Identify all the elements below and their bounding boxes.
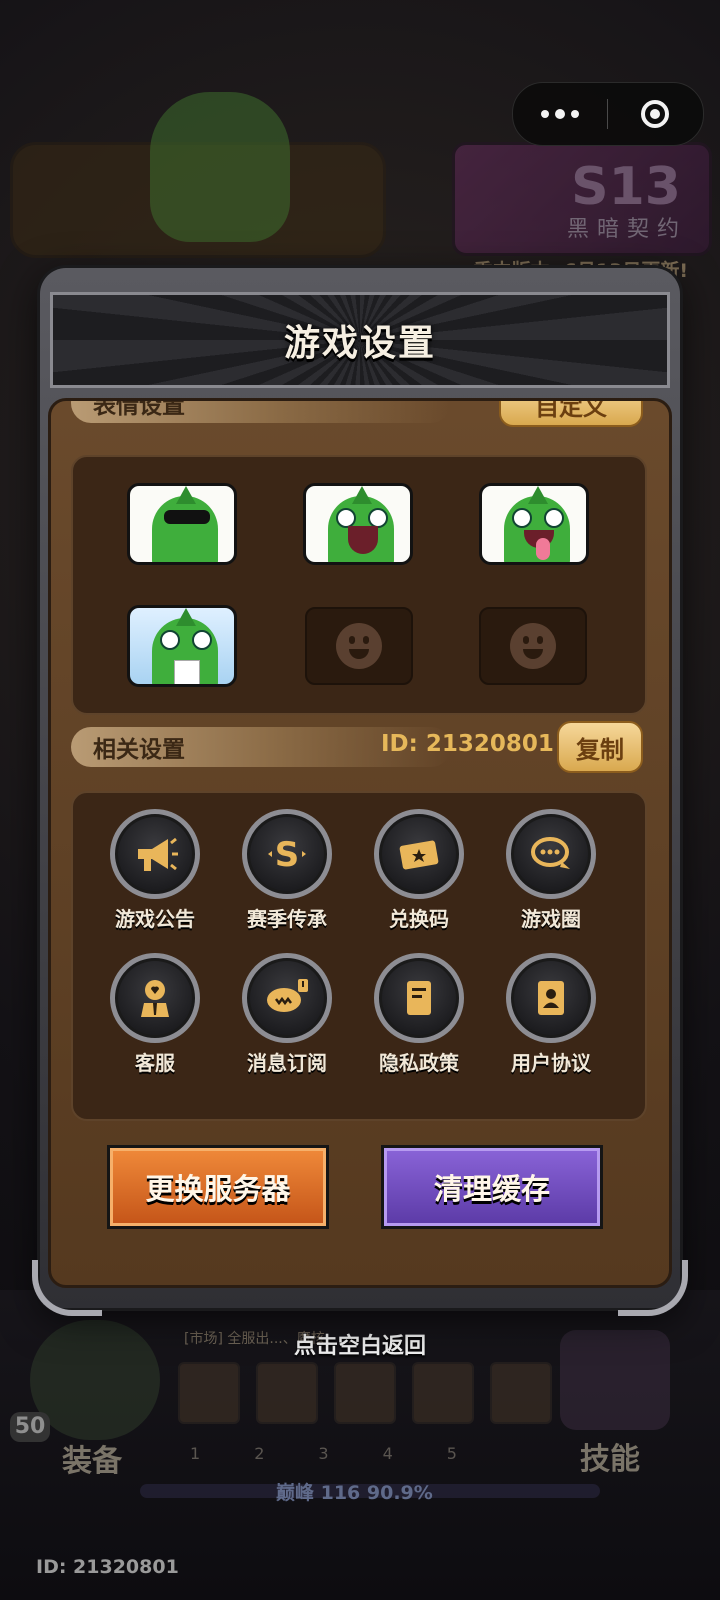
chat-bubble-icon — [506, 809, 596, 899]
skill-slot — [256, 1362, 318, 1424]
redeem-code-label: 兑换码 — [389, 907, 449, 931]
copy-id-button[interactable]: 复制 — [557, 721, 643, 773]
slot-number: 2 — [254, 1444, 265, 1463]
megaphone-icon — [110, 809, 200, 899]
change-server-button[interactable]: 更换服务器 — [107, 1145, 329, 1229]
user-id-text: ID: 21320801 — [381, 731, 554, 757]
customize-button[interactable]: 自定义 — [499, 401, 643, 427]
customer-service-button[interactable]: 客服 — [95, 953, 215, 1076]
skill-slots — [178, 1362, 552, 1424]
game-circle-label: 游戏圈 — [521, 907, 581, 931]
privacy-policy-button[interactable]: 隐私政策 — [359, 953, 479, 1076]
user-agreement-button[interactable]: 用户协议 — [491, 953, 611, 1076]
player-id: ID: 21320801 — [36, 1556, 179, 1578]
tap-to-return-hint[interactable]: 点击空白返回 — [0, 1328, 720, 1360]
hero-level: 50 — [10, 1412, 50, 1442]
skill-slot — [178, 1362, 240, 1424]
peak-text: 巅峰 116 90.9% — [276, 1482, 433, 1504]
related-settings-panel: 游戏公告 S 赛季传承 兑换码 游戏圈 客服 消息订阅 隐私政策 用户协议 — [71, 791, 647, 1121]
equip-label: 装备 — [62, 1444, 122, 1479]
season-s-icon: S — [242, 809, 332, 899]
smiley-icon — [336, 623, 382, 669]
season-banner: S13 黑暗契约 — [452, 142, 712, 256]
cool-frog-emoji[interactable] — [127, 483, 237, 565]
miniprogram-capsule — [512, 82, 704, 146]
customer-service-label: 客服 — [135, 1051, 175, 1075]
empty-emoji-slot[interactable] — [479, 607, 587, 685]
user-card-icon — [506, 953, 596, 1043]
emoji-section-header: 表情设置 — [71, 401, 451, 423]
tongue-frog-emoji[interactable] — [479, 483, 589, 565]
user-agreement-label: 用户协议 — [511, 1051, 591, 1075]
slot-number: 5 — [446, 1444, 457, 1463]
document-icon — [374, 953, 464, 1043]
message-subscribe-button[interactable]: 消息订阅 — [227, 953, 347, 1076]
announcement-button[interactable]: 游戏公告 — [95, 809, 215, 932]
slot-number: 1 — [190, 1444, 201, 1463]
dialog-title: 游戏设置 — [283, 323, 436, 364]
mascot-image — [150, 92, 290, 242]
ticket-icon — [374, 809, 464, 899]
more-dots-icon[interactable] — [513, 83, 607, 145]
skill-slot — [334, 1362, 396, 1424]
season-code: S13 — [571, 157, 681, 217]
clear-cache-button[interactable]: 清理缓存 — [381, 1145, 603, 1229]
season-name: 黑暗契约 — [566, 217, 687, 242]
season-inherit-label: 赛季传承 — [247, 907, 327, 931]
season-inherit-button[interactable]: S 赛季传承 — [227, 809, 347, 932]
emoji-panel — [71, 455, 647, 715]
skill-slot — [490, 1362, 552, 1424]
message-subscribe-label: 消息订阅 — [247, 1051, 327, 1075]
target-close-icon[interactable] — [608, 83, 702, 145]
empty-emoji-slot[interactable] — [305, 607, 413, 685]
game-circle-button[interactable]: 游戏圈 — [491, 809, 611, 932]
dialog-content[interactable]: 表情设置 自定义 相关设置 ID: 21320801 复制 游戏公告 S 赛季传… — [48, 398, 672, 1288]
skill-slot — [412, 1362, 474, 1424]
privacy-policy-label: 隐私政策 — [379, 1051, 459, 1075]
slot-number: 4 — [382, 1444, 393, 1463]
customer-service-icon — [110, 953, 200, 1043]
crying-frog-emoji[interactable] — [127, 605, 237, 687]
settings-dialog: 游戏设置 表情设置 自定义 相关设置 ID: 21320801 复制 游戏公告 … — [32, 268, 688, 1316]
message-subscribe-icon — [242, 953, 332, 1043]
redeem-code-button[interactable]: 兑换码 — [359, 809, 479, 932]
skill-label: 技能 — [580, 1442, 640, 1477]
announcement-label: 游戏公告 — [115, 907, 195, 931]
dialog-title-plate: 游戏设置 — [50, 292, 670, 388]
slot-numbers: 1 2 3 4 5 — [190, 1444, 457, 1463]
screaming-frog-emoji[interactable] — [303, 483, 413, 565]
slot-number: 3 — [318, 1444, 329, 1463]
smiley-icon — [510, 623, 556, 669]
svg-text:S: S — [275, 835, 300, 875]
